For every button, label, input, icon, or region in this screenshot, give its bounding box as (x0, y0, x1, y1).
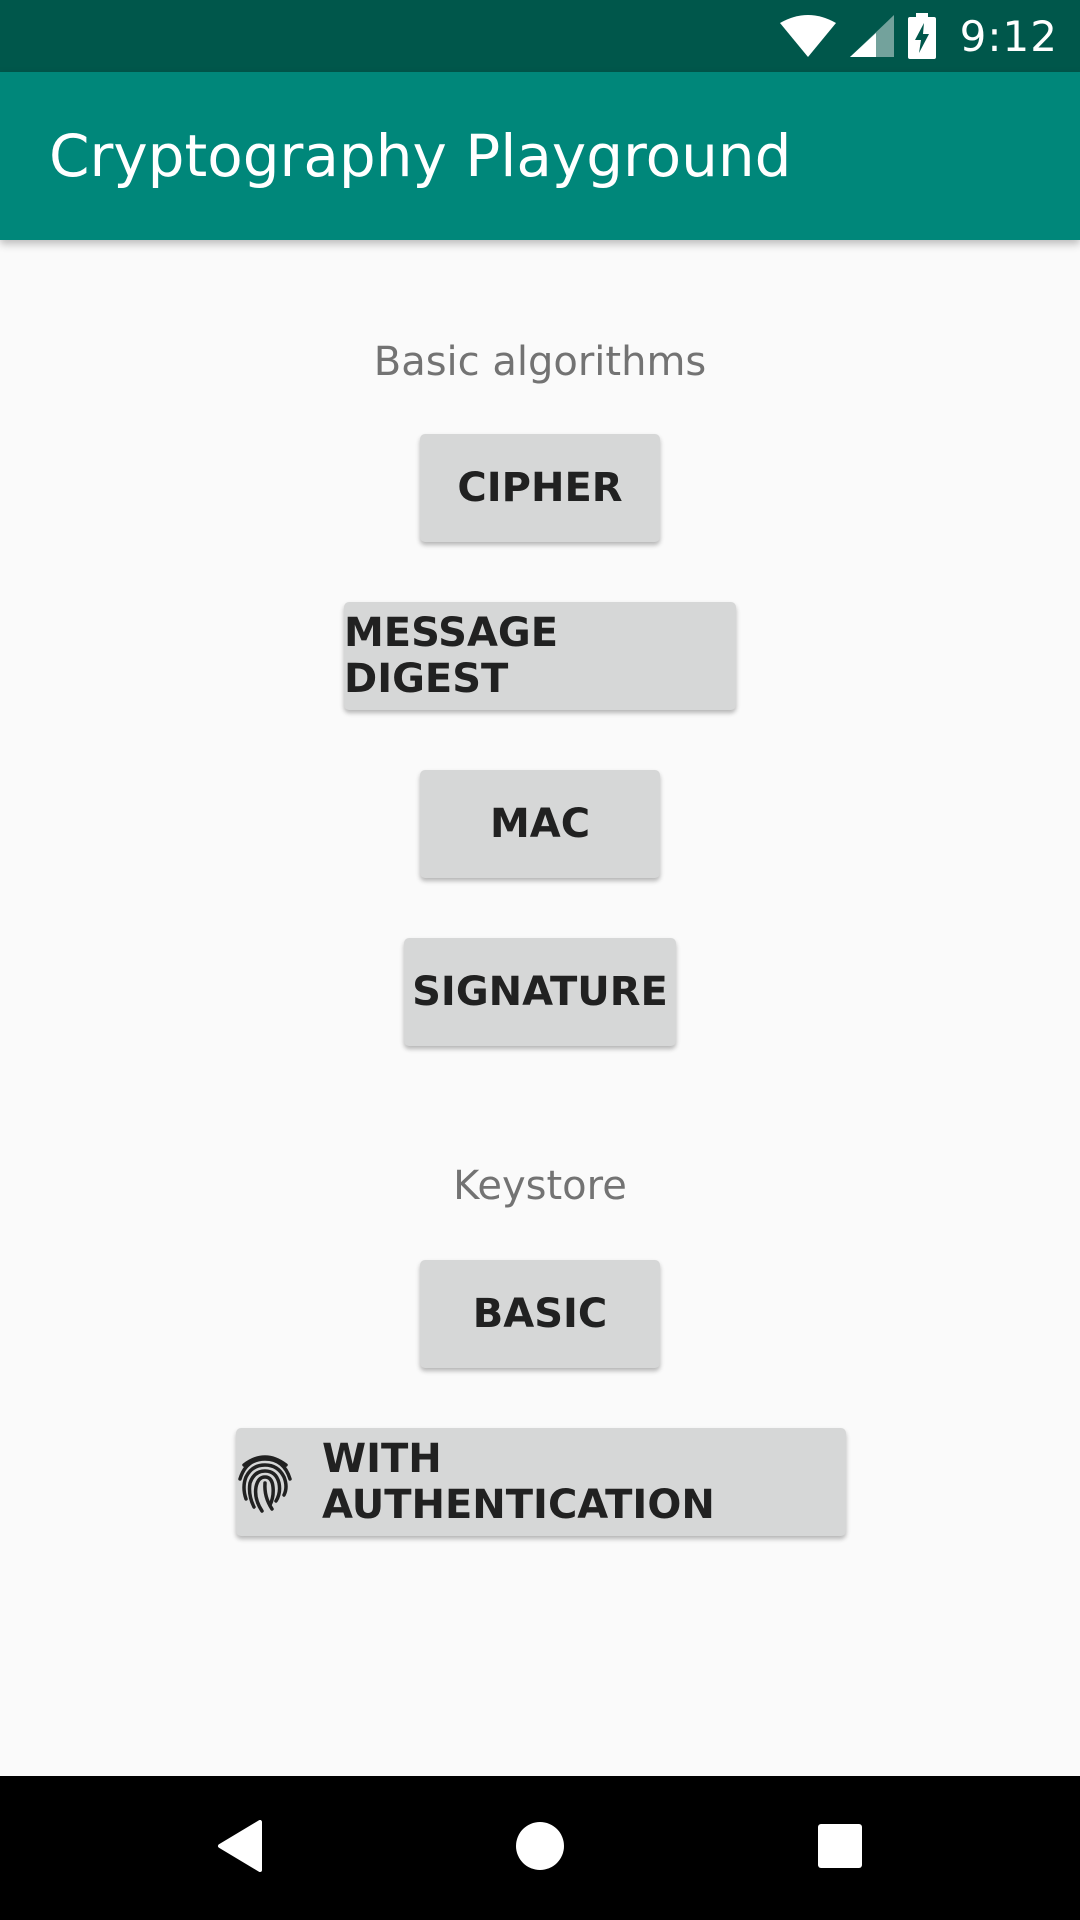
section-label-basic-algorithms: Basic algorithms (373, 339, 707, 385)
message-digest-button[interactable]: MESSAGE DIGEST (344, 602, 736, 710)
cipher-button[interactable]: CIPHER (420, 434, 660, 542)
section-label-keystore: Keystore (453, 1163, 627, 1209)
recents-icon (817, 1823, 863, 1874)
keystore-basic-button[interactable]: BASIC (420, 1260, 660, 1368)
keystore-basic-button-label: BASIC (472, 1291, 608, 1337)
status-time: 9:12 (959, 11, 1058, 61)
mac-button[interactable]: MAC (420, 770, 660, 878)
recents-button[interactable] (760, 1776, 920, 1920)
cipher-button-label: CIPHER (457, 465, 623, 511)
navigation-bar (0, 1776, 1080, 1920)
status-icons: 9:12 (779, 0, 1058, 72)
home-icon (515, 1821, 565, 1876)
message-digest-button-label: MESSAGE DIGEST (344, 610, 559, 702)
wifi-icon (779, 15, 836, 57)
back-button[interactable] (160, 1776, 320, 1920)
back-icon (216, 1819, 264, 1877)
app-bar: Cryptography Playground (0, 72, 1080, 240)
battery-charging-icon (907, 13, 936, 59)
with-authentication-button-label: WITH AUTHENTICATION (322, 1436, 715, 1528)
main-content: Basic algorithms CIPHER MESSAGE DIGEST M… (0, 240, 1080, 1776)
home-button[interactable] (460, 1776, 620, 1920)
signature-button-label: SIGNATURE (412, 969, 668, 1015)
fingerprint-icon (236, 1451, 294, 1513)
with-authentication-button[interactable]: WITH AUTHENTICATION (236, 1428, 846, 1536)
mac-button-label: MAC (489, 801, 591, 847)
cell-signal-icon (849, 15, 894, 57)
status-bar: 9:12 (0, 0, 1080, 72)
page-title: Cryptography Playground (49, 122, 792, 190)
signature-button[interactable]: SIGNATURE (404, 938, 676, 1046)
